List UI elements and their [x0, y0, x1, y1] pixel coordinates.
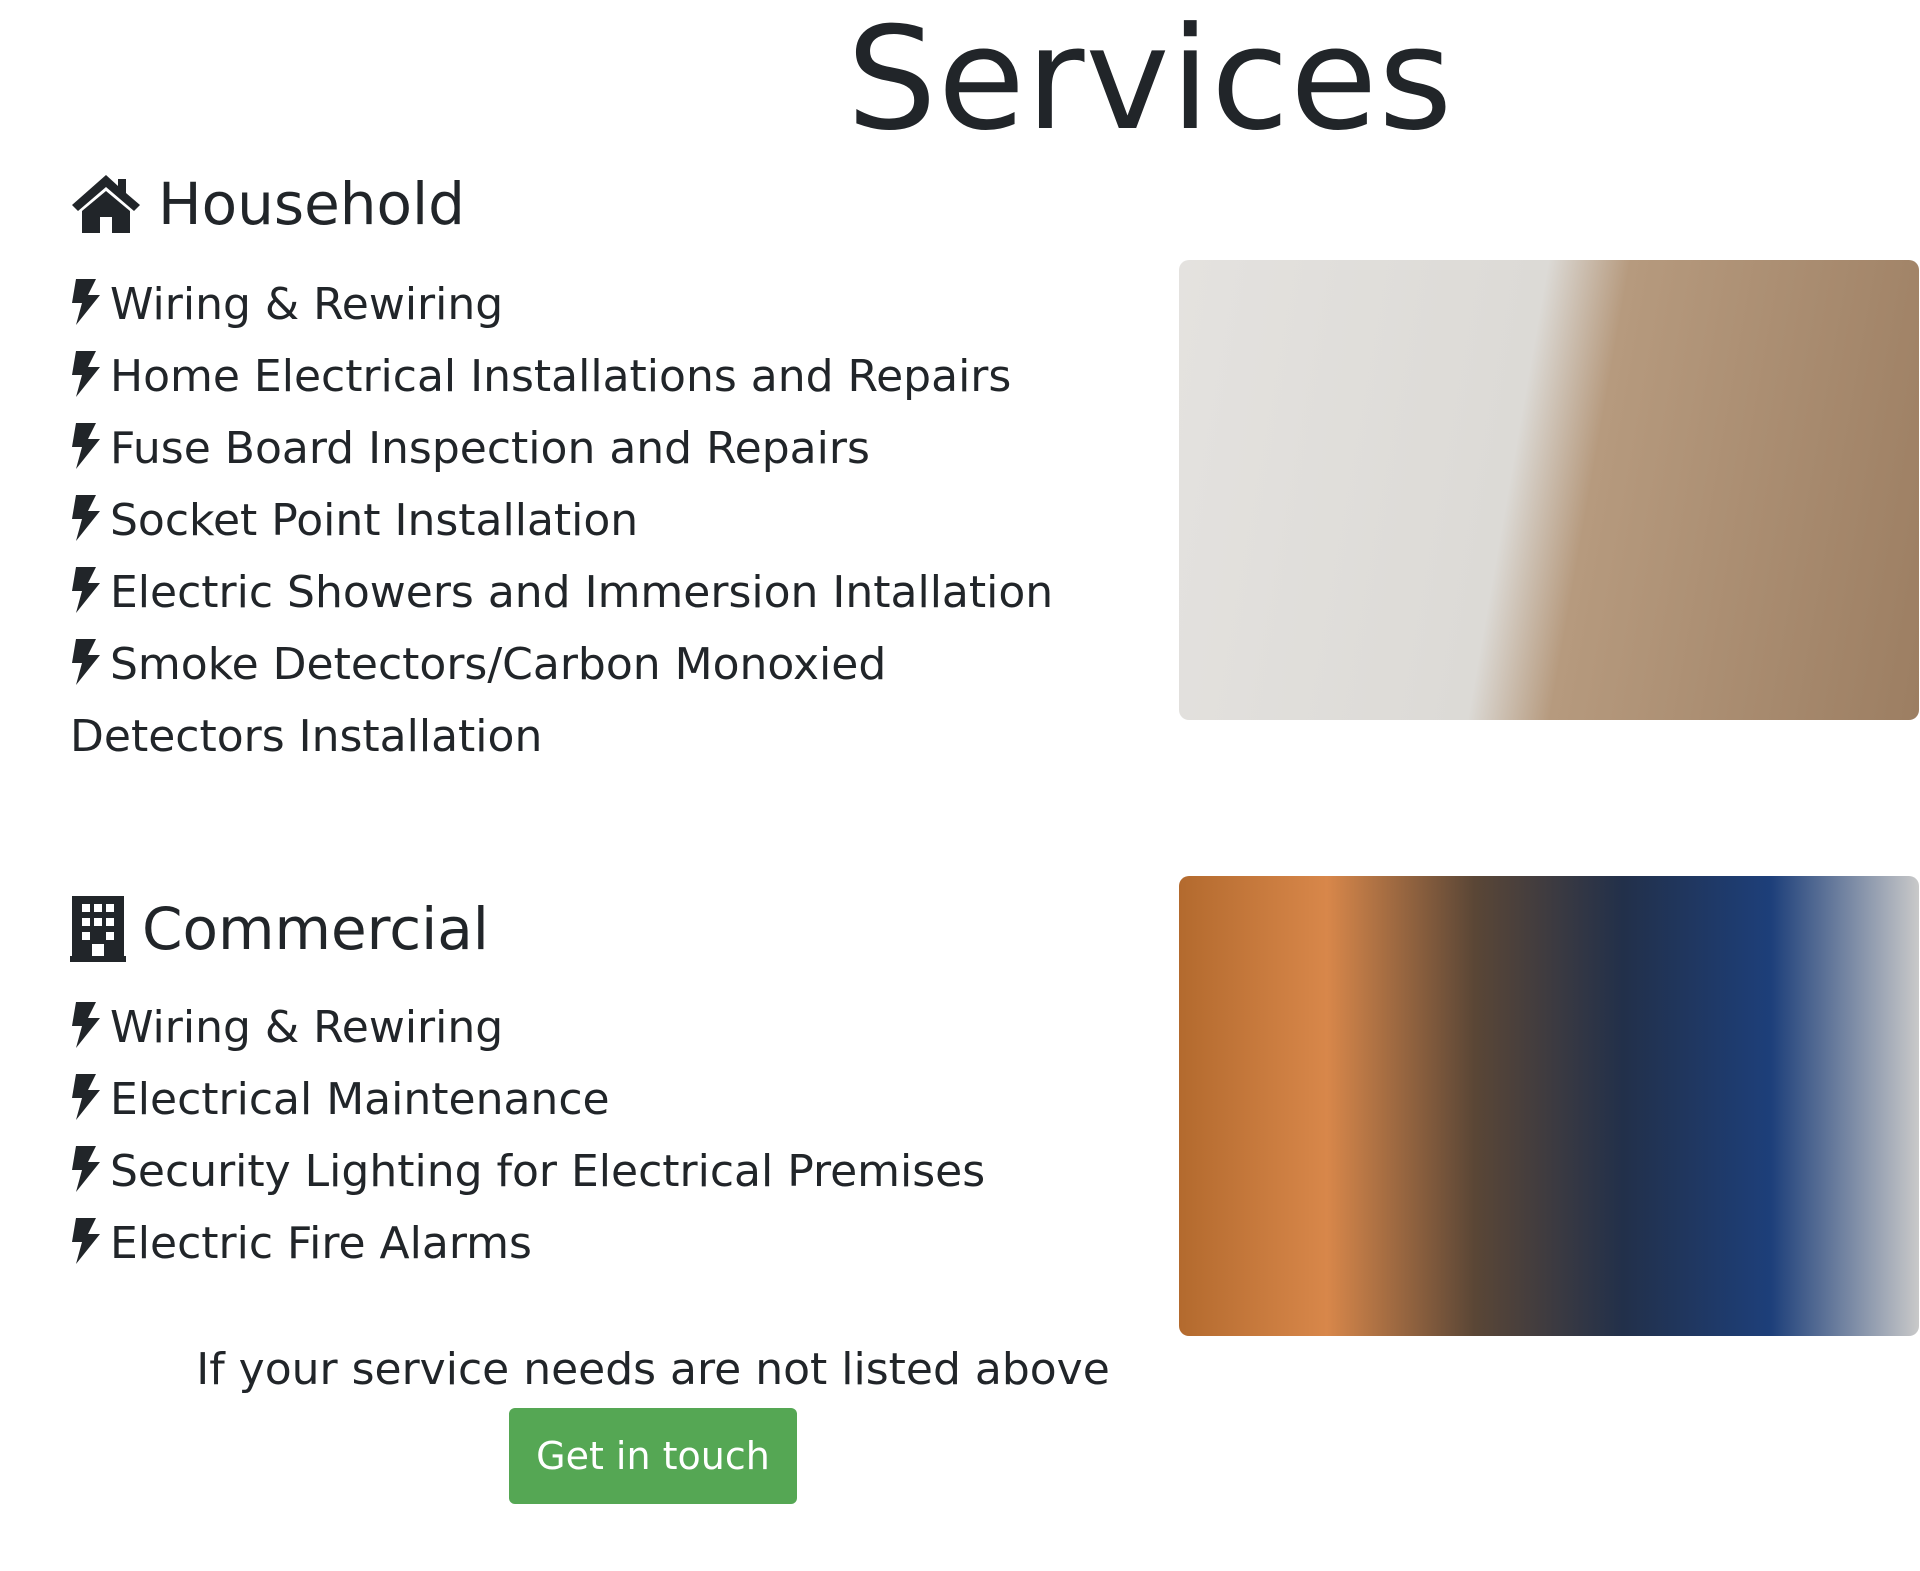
list-item: Smoke Detectors/Carbon Monoxied Detector… — [70, 639, 887, 762]
commercial-title: Commercial — [142, 895, 489, 963]
list-item: Wiring & Rewiring — [70, 992, 1070, 1064]
list-item: Security Lighting for Electrical Premise… — [70, 1136, 1070, 1208]
get-in-touch-button[interactable]: Get in touch — [509, 1408, 797, 1504]
bolt-icon — [72, 1146, 100, 1192]
commercial-heading: Commercial — [70, 895, 489, 963]
page-title: Services — [846, 0, 1454, 162]
not-listed-note: If your service needs are not listed abo… — [196, 1344, 1110, 1395]
home-icon — [72, 175, 140, 233]
bolt-icon — [72, 279, 100, 325]
list-item: Home Electrical Installations and Repair… — [70, 341, 1070, 413]
list-item: Wiring & Rewiring — [70, 269, 1070, 341]
bolt-icon — [72, 1002, 100, 1048]
household-list: Wiring & Rewiring Home Electrical Instal… — [70, 269, 1070, 773]
list-item: Electric Showers and Immersion Intallati… — [70, 557, 1070, 629]
list-item: Socket Point Installation — [70, 485, 1070, 557]
bolt-icon — [72, 567, 100, 613]
bolt-icon — [72, 495, 100, 541]
list-item: Electric Fire Alarms — [70, 1208, 1070, 1280]
bolt-icon — [72, 1074, 100, 1120]
building-icon — [70, 896, 126, 962]
household-heading: Household — [70, 170, 465, 238]
bolt-icon — [72, 351, 100, 397]
commercial-list: Wiring & Rewiring Electrical Maintenance… — [70, 992, 1070, 1280]
bolt-icon — [72, 639, 100, 685]
bolt-icon — [72, 423, 100, 469]
list-item: Electrical Maintenance — [70, 1064, 1070, 1136]
list-item: Fuse Board Inspection and Repairs — [70, 413, 1070, 485]
electrical-panel-image — [1179, 876, 1919, 1336]
electrician-wall-socket-image — [1179, 260, 1919, 720]
bolt-icon — [72, 1218, 100, 1264]
household-title: Household — [158, 170, 465, 238]
